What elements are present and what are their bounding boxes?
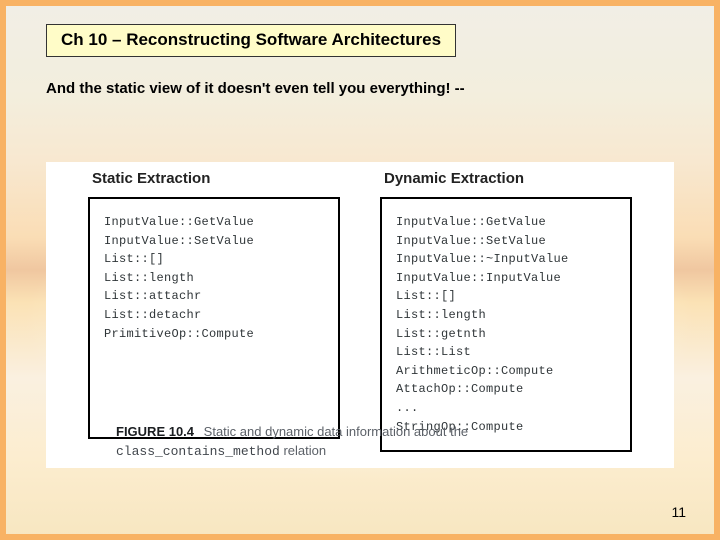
code-line: AttachOp::Compute bbox=[396, 380, 618, 399]
caption-text: relation bbox=[283, 443, 326, 458]
static-extraction-column: Static Extraction InputValue::GetValue I… bbox=[88, 162, 340, 452]
code-line: InputValue::~InputValue bbox=[396, 250, 618, 269]
code-line: List::[] bbox=[104, 250, 326, 269]
code-line: List::[] bbox=[396, 287, 618, 306]
slide-subtitle: And the static view of it doesn't even t… bbox=[46, 80, 465, 97]
code-line: ... bbox=[396, 399, 618, 418]
code-line: InputValue::GetValue bbox=[104, 213, 326, 232]
page-number: 11 bbox=[671, 504, 686, 520]
figure-number: FIGURE 10.4 bbox=[116, 424, 194, 439]
figure-panel: Static Extraction InputValue::GetValue I… bbox=[46, 162, 674, 468]
static-extraction-box: InputValue::GetValue InputValue::SetValu… bbox=[88, 199, 340, 439]
static-extraction-heading: Static Extraction bbox=[88, 162, 340, 199]
code-line: List::attachr bbox=[104, 287, 326, 306]
code-line: PrimitiveOp::Compute bbox=[104, 325, 326, 344]
code-line: List::detachr bbox=[104, 306, 326, 325]
dynamic-extraction-heading: Dynamic Extraction bbox=[380, 162, 632, 199]
code-line: InputValue::InputValue bbox=[396, 269, 618, 288]
code-line: List::List bbox=[396, 343, 618, 362]
dynamic-extraction-column: Dynamic Extraction InputValue::GetValue … bbox=[380, 162, 632, 452]
code-line: ArithmeticOp::Compute bbox=[396, 362, 618, 381]
code-line: List::getnth bbox=[396, 325, 618, 344]
figure-caption: FIGURE 10.4 Static and dynamic data info… bbox=[116, 423, 468, 462]
caption-relation: class_contains_method bbox=[116, 444, 280, 459]
dynamic-extraction-box: InputValue::GetValue InputValue::SetValu… bbox=[380, 199, 632, 452]
code-line: InputValue::SetValue bbox=[104, 232, 326, 251]
caption-text: Static and dynamic data information abou… bbox=[204, 424, 469, 439]
code-line: List::length bbox=[104, 269, 326, 288]
chapter-title: Ch 10 – Reconstructing Software Architec… bbox=[46, 24, 456, 57]
code-line: InputValue::SetValue bbox=[396, 232, 618, 251]
code-line: InputValue::GetValue bbox=[396, 213, 618, 232]
code-line: List::length bbox=[396, 306, 618, 325]
